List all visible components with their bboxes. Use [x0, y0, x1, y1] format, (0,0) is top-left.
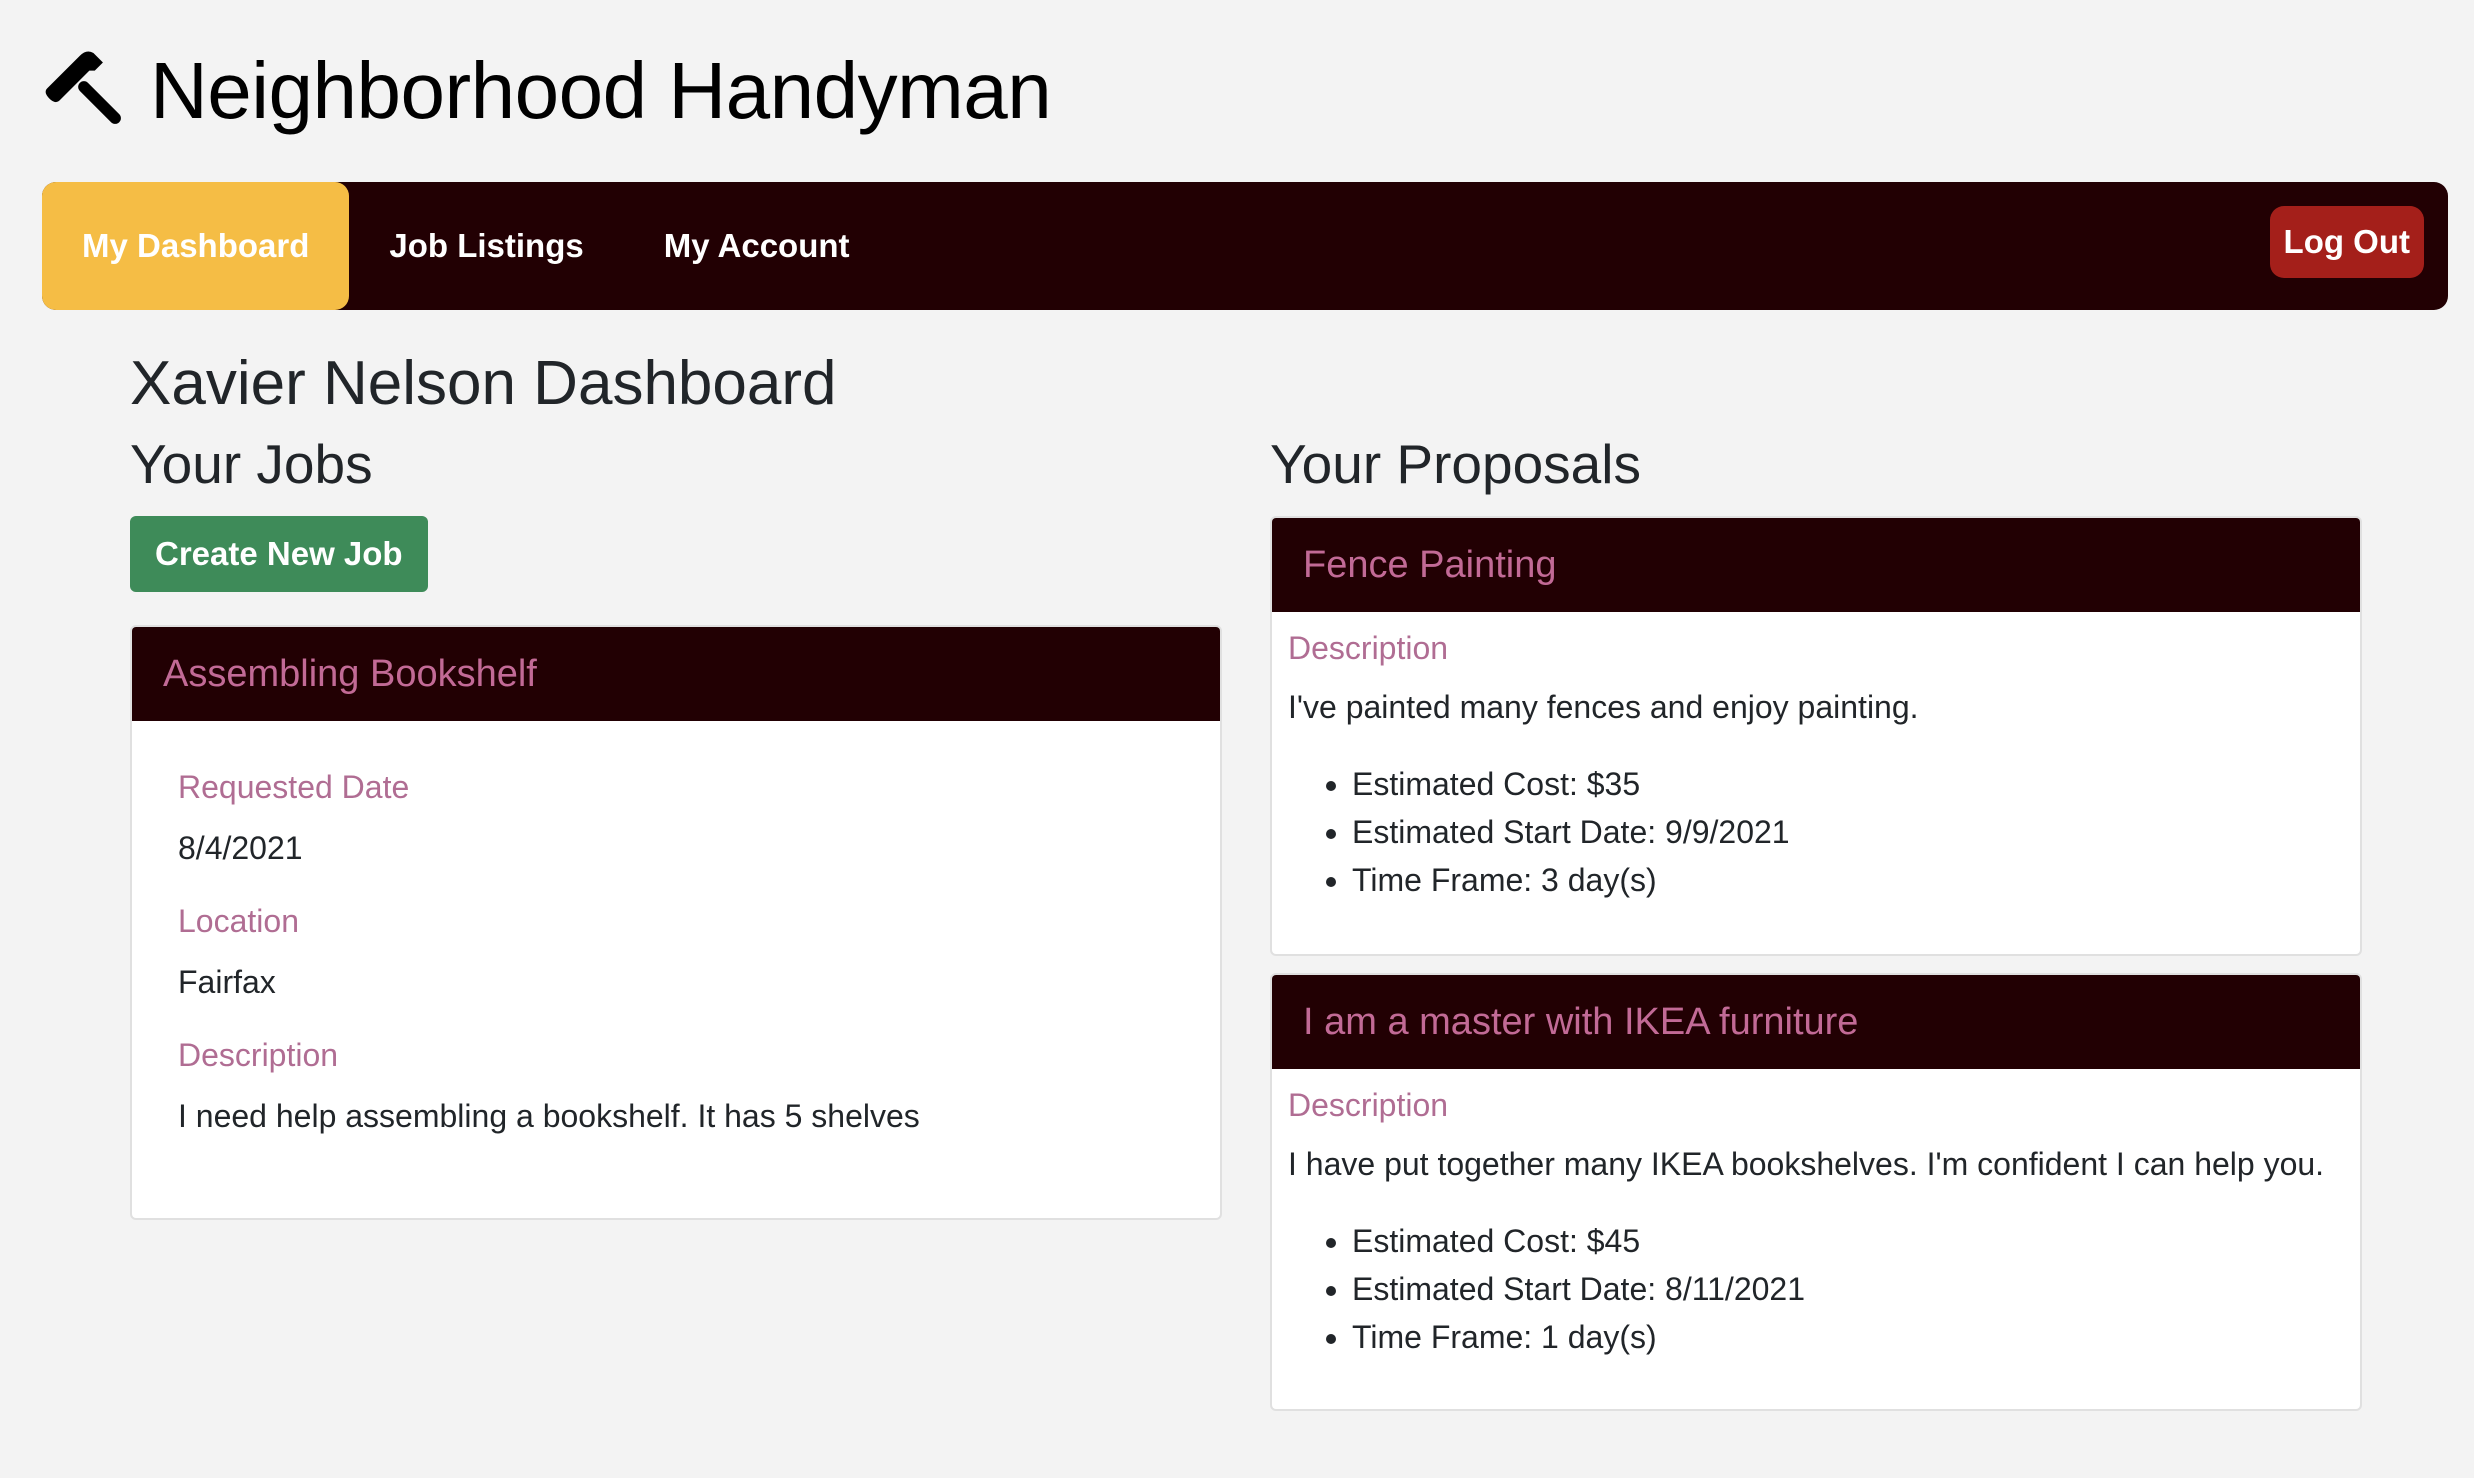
proposal-details-list: Estimated Cost: $45 Estimated Start Date… [1288, 1217, 2344, 1361]
proposal-details-list: Estimated Cost: $35 Estimated Start Date… [1288, 760, 2344, 904]
job-card-title[interactable]: Assembling Bookshelf [132, 627, 1220, 721]
jobs-section-title: Your Jobs [130, 433, 373, 495]
page-title: Xavier Nelson Dashboard [130, 349, 837, 418]
logout-button[interactable]: Log Out [2269, 206, 2424, 278]
proposal-card: I am a master with IKEA furniture Descri… [1270, 973, 2362, 1411]
location-label: Location [178, 903, 299, 939]
main-navbar: My Dashboard Job Listings My Account Log… [42, 182, 2448, 310]
create-new-job-button[interactable]: Create New Job [130, 516, 428, 592]
requested-date-value: 8/4/2021 [178, 830, 303, 866]
proposal-card-title[interactable]: I am a master with IKEA furniture [1272, 975, 2360, 1069]
proposal-estimated-cost: Estimated Cost: $45 [1352, 1217, 2344, 1265]
proposal-estimated-start-date: Estimated Start Date: 9/9/2021 [1352, 808, 2344, 856]
proposals-section-title: Your Proposals [1270, 433, 1641, 495]
proposal-description-label: Description [1288, 630, 1449, 666]
proposal-estimated-cost: Estimated Cost: $35 [1352, 760, 2344, 808]
hammer-icon [45, 51, 121, 124]
proposal-description-value: I've painted many fences and enjoy paint… [1288, 689, 1919, 725]
proposal-time-frame: Time Frame: 3 day(s) [1352, 856, 2344, 904]
site-title: Neighborhood Handyman [150, 46, 1052, 135]
nav-my-dashboard[interactable]: My Dashboard [42, 182, 350, 310]
proposal-description-value: I have put together many IKEA bookshelve… [1288, 1146, 2325, 1182]
location-value: Fairfax [178, 964, 276, 1000]
proposal-card-title[interactable]: Fence Painting [1272, 518, 2360, 612]
proposal-description-label: Description [1288, 1087, 1449, 1123]
job-card: Assembling Bookshelf Requested Date 8/4/… [130, 625, 1222, 1220]
nav-job-listings[interactable]: Job Listings [349, 182, 623, 310]
site-header: Neighborhood Handyman [40, 36, 1052, 146]
proposal-card: Fence Painting Description I've painted … [1270, 516, 2362, 956]
job-description-label: Description [178, 1037, 339, 1073]
proposal-time-frame: Time Frame: 1 day(s) [1352, 1313, 2344, 1361]
proposal-estimated-start-date: Estimated Start Date: 8/11/2021 [1352, 1265, 2344, 1313]
job-description-value: I need help assembling a bookshelf. It h… [178, 1098, 920, 1134]
nav-my-account[interactable]: My Account [624, 182, 890, 310]
requested-date-label: Requested Date [178, 769, 410, 805]
